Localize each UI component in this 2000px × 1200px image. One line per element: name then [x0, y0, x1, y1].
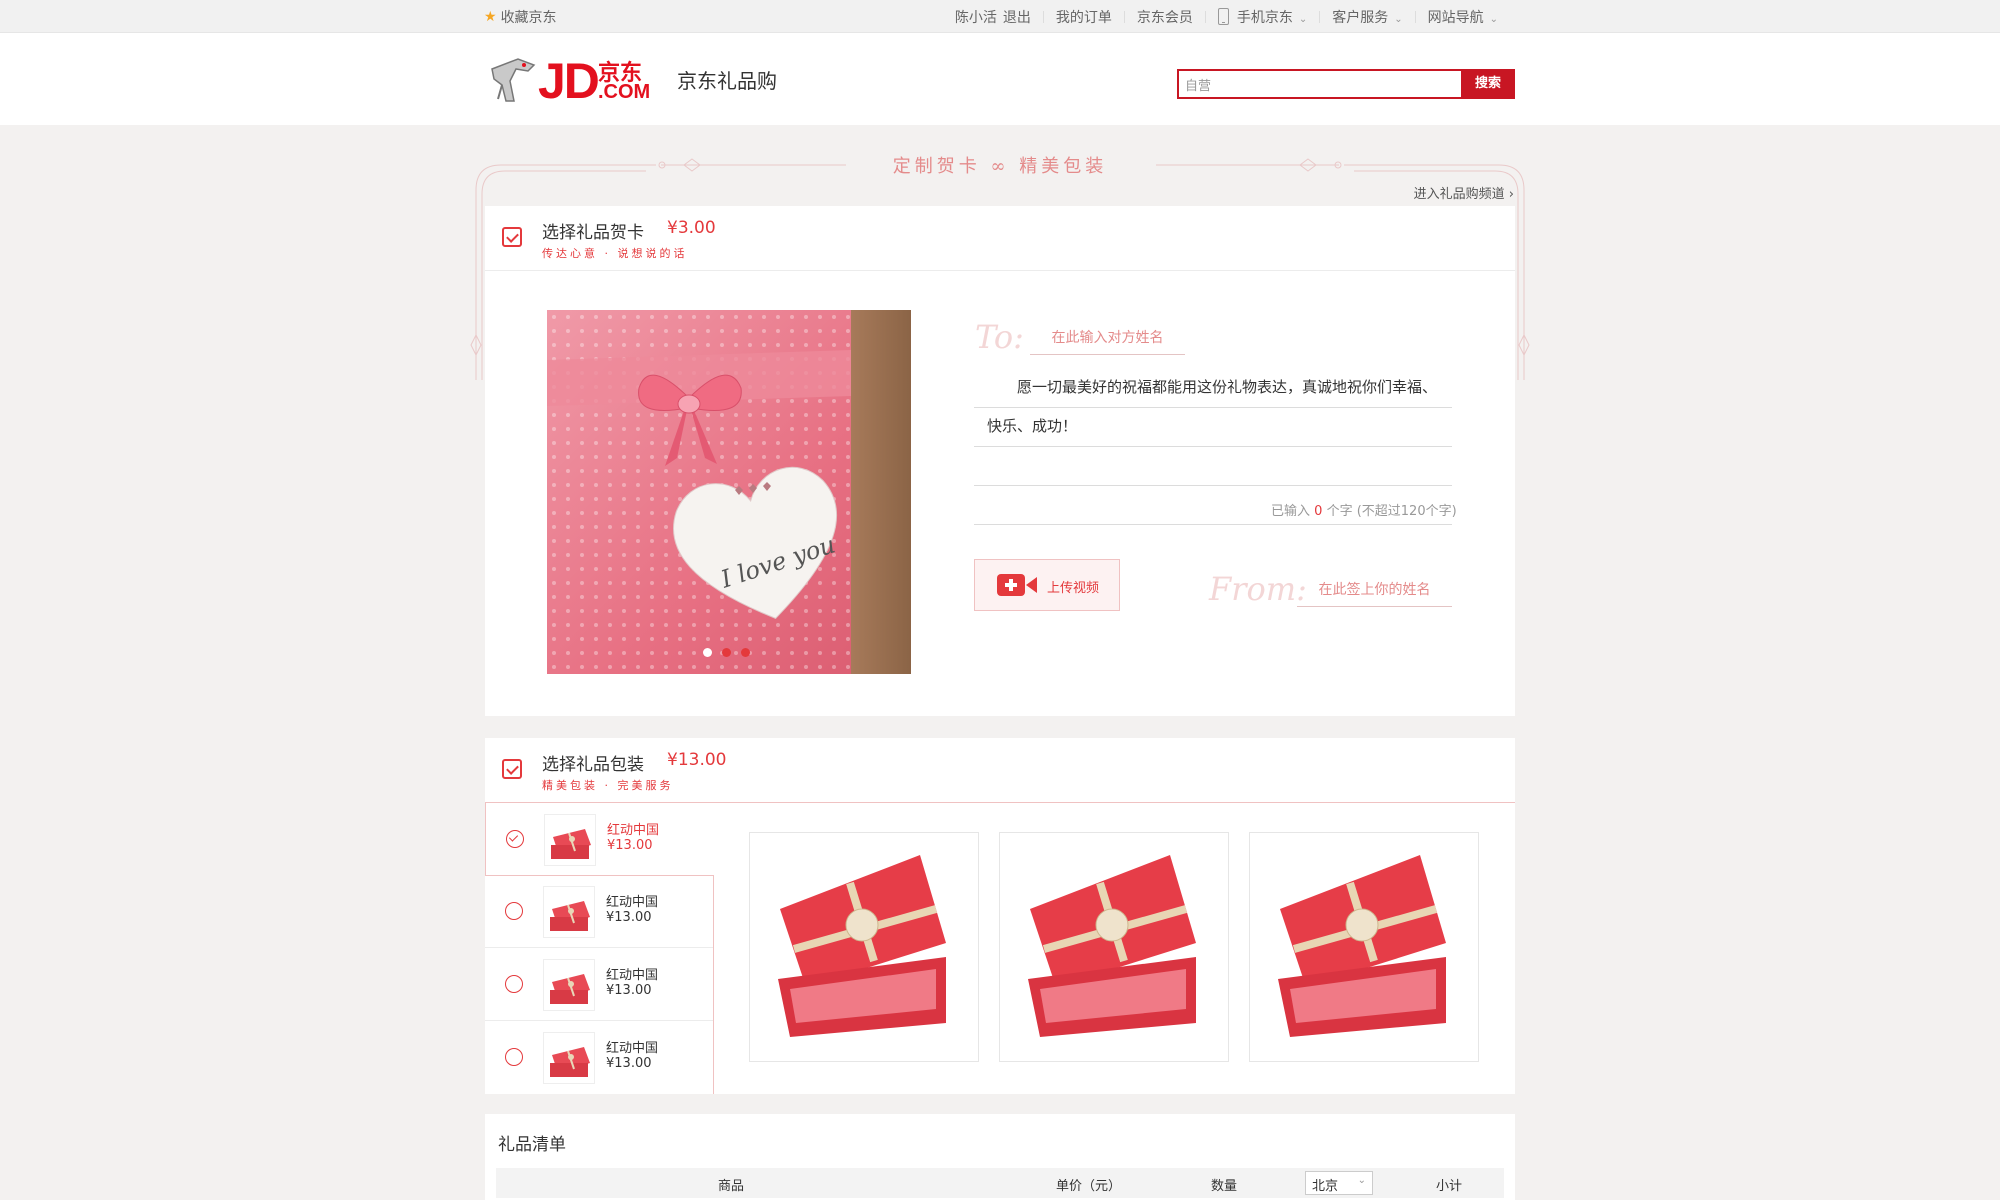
packaging-option[interactable]: 红动中国 ¥13.00 — [485, 875, 713, 948]
greeting-card-checkbox[interactable] — [502, 227, 522, 247]
logout-link[interactable]: 退出 — [1003, 7, 1043, 27]
mobile-jd-link[interactable]: 手机京东 ⌄ — [1206, 7, 1319, 27]
option-radio[interactable] — [505, 975, 523, 993]
message-line-5[interactable] — [974, 524, 1452, 525]
site-header: JD 京东 .COM 京东礼品购 自营 搜索 — [0, 33, 2000, 125]
column-quantity: 数量 — [1211, 1179, 1238, 1194]
banner-title: 定制贺卡 ∞ 精美包装 — [892, 156, 1108, 177]
option-name: 红动中国 — [606, 895, 659, 910]
section-price: ¥3.00 — [667, 218, 716, 238]
search-placeholder: 自营 — [1185, 79, 1212, 94]
option-price: ¥13.00 — [607, 838, 653, 853]
section-header: 选择礼品贺卡 ¥3.00 传达心意 · 说想说的话 — [485, 206, 1515, 271]
section-subtitle: 精美包装 · 完美服务 — [542, 779, 674, 792]
star-icon: ★ — [484, 9, 497, 25]
jd-logo[interactable]: JD 京东 .COM — [488, 53, 658, 113]
option-radio[interactable] — [506, 830, 524, 848]
gift-list-table-header: 商品 单价（元） 数量 北京 ⌄ 小计 — [496, 1168, 1504, 1198]
top-links: 陈小活 退出 我的订单 京东会员 手机京东 ⌄ 客户服务 ⌄ 网站导航 ⌄ — [943, 7, 1510, 27]
message-line-2[interactable]: 快乐、成功！ — [974, 407, 1452, 447]
option-price: ¥13.00 — [606, 1056, 652, 1071]
greeting-card-image: I love you — [547, 310, 911, 674]
carousel-dot[interactable] — [741, 648, 750, 657]
from-label: From: — [1209, 570, 1307, 608]
carousel-dot[interactable] — [703, 648, 712, 657]
section-header: 选择礼品包装 ¥13.00 精美包装 · 完美服务 — [485, 738, 1515, 803]
gift-box-picture — [1278, 855, 1446, 1037]
search-button[interactable]: 搜索 — [1461, 69, 1515, 99]
jd-dog-mascot-icon — [491, 58, 536, 102]
chevron-down-icon: ⌄ — [1489, 14, 1498, 25]
packaging-option-list: 红动中国 ¥13.00 红动中国 ¥13.00 红动中国 ¥13.00 红动中国… — [485, 802, 714, 1094]
user-name-link[interactable]: 陈小活 — [943, 7, 1003, 27]
gift-list-title: 礼品清单 — [498, 1135, 566, 1155]
option-name: 红动中国 — [607, 823, 660, 838]
message-line-1[interactable]: 愿一切最美好的祝福都能用这份礼物表达，真诚地祝你们幸福、 — [974, 368, 1452, 408]
gift-box-picture — [778, 855, 946, 1037]
customer-service-menu[interactable]: 客户服务 ⌄ — [1320, 7, 1414, 27]
gift-box-picture — [1028, 855, 1196, 1037]
gift-box-thumbnail — [543, 886, 595, 938]
option-name: 红动中国 — [606, 968, 659, 983]
column-subtotal: 小计 — [1436, 1179, 1463, 1194]
upload-video-button[interactable]: 上传视频 — [974, 559, 1120, 611]
packaging-checkbox[interactable] — [502, 759, 522, 779]
city-select[interactable]: 北京 ⌄ — [1305, 1171, 1373, 1195]
video-camera-icon — [997, 574, 1037, 596]
gift-box-preview-image[interactable] — [1249, 832, 1479, 1062]
top-bar: ★ 收藏京东 陈小活 退出 我的订单 京东会员 手机京东 ⌄ 客户服务 ⌄ 网站导航… — [0, 0, 2000, 33]
my-orders-link[interactable]: 我的订单 — [1044, 7, 1124, 27]
phone-icon — [1217, 8, 1229, 25]
gift-box-preview-image[interactable] — [999, 832, 1229, 1062]
chevron-down-icon: ⌄ — [1394, 14, 1403, 25]
packaging-option[interactable]: 红动中国 ¥13.00 — [485, 1021, 713, 1093]
gift-box-thumbnail — [544, 814, 596, 866]
site-title: 京东礼品购 — [677, 69, 777, 93]
favorite-link[interactable]: ★ 收藏京东 — [484, 7, 557, 27]
packaging-option[interactable]: 红动中国 ¥13.00 — [485, 948, 713, 1021]
option-name: 红动中国 — [606, 1041, 659, 1056]
greeting-card-section: 选择礼品贺卡 ¥3.00 传达心意 · 说想说的话 I love you To:… — [485, 206, 1515, 716]
column-unit-price: 单价（元） — [1056, 1179, 1122, 1194]
carousel-dots[interactable] — [703, 648, 750, 657]
gift-box-thumbnail — [543, 959, 595, 1011]
sender-name-input[interactable]: 在此签上你的姓名 — [1297, 576, 1452, 607]
to-label: To: — [975, 318, 1024, 356]
message-line-3[interactable] — [974, 446, 1452, 486]
section-subtitle: 传达心意 · 说想说的话 — [542, 247, 688, 260]
section-title: 选择礼品包装 — [542, 755, 644, 775]
enter-gift-channel-link[interactable]: 进入礼品购频道 › — [1414, 183, 1514, 202]
char-counter: 已输入 0 个字 (不超过120个字) — [1271, 504, 1457, 519]
search-input[interactable]: 自营 — [1177, 69, 1465, 99]
recipient-name-input[interactable]: 在此输入对方姓名 — [1030, 324, 1185, 355]
chevron-down-icon: ⌄ — [1357, 1175, 1366, 1186]
section-title: 选择礼品贺卡 — [542, 223, 644, 243]
option-price: ¥13.00 — [606, 983, 652, 998]
section-price: ¥13.00 — [667, 750, 727, 770]
gift-list-section: 礼品清单 商品 单价（元） 数量 北京 ⌄ 小计 — [485, 1114, 1515, 1200]
member-link[interactable]: 京东会员 — [1125, 7, 1205, 27]
packaging-section: 选择礼品包装 ¥13.00 精美包装 · 完美服务 红动中国 ¥13.00 红动… — [485, 738, 1515, 1094]
option-radio[interactable] — [505, 1048, 523, 1066]
chevron-down-icon: ⌄ — [1298, 14, 1308, 25]
option-radio[interactable] — [505, 902, 523, 920]
packaging-option[interactable]: 红动中国 ¥13.00 — [485, 802, 714, 876]
option-price: ¥13.00 — [606, 910, 652, 925]
gift-box-preview-image[interactable] — [749, 832, 979, 1062]
gift-box-thumbnail — [543, 1032, 595, 1084]
site-nav-menu[interactable]: 网站导航 ⌄ — [1416, 7, 1510, 27]
carousel-dot[interactable] — [722, 648, 731, 657]
column-product: 商品 — [718, 1179, 745, 1194]
